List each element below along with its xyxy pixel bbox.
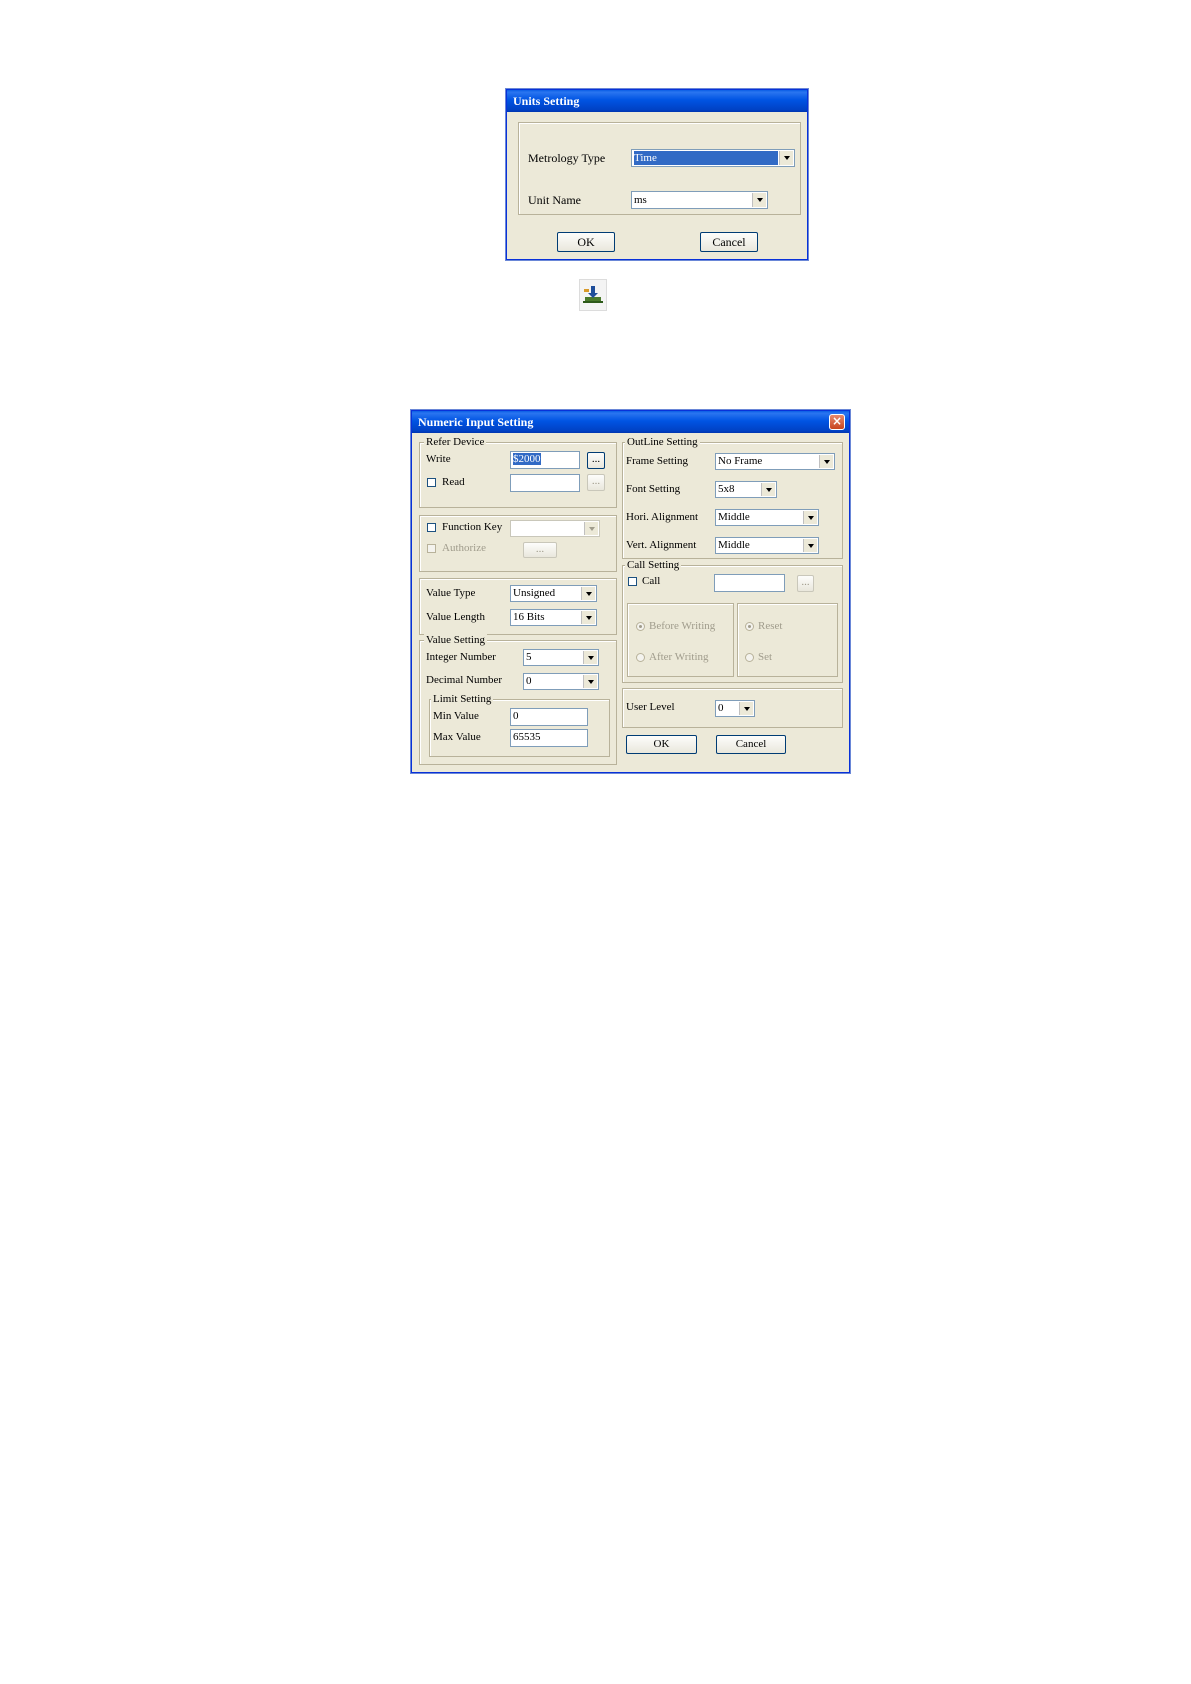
hori-alignment-value: Middle [718,511,750,523]
chevron-down-icon[interactable] [581,611,595,624]
min-value-label: Min Value [433,710,479,722]
call-timing-group [627,603,734,677]
write-browse-button[interactable]: ... [587,452,605,469]
read-device-input[interactable] [510,474,580,492]
chevron-down-icon[interactable] [803,539,817,552]
numeric-dialog-title: Numeric Input Setting [412,411,849,433]
authorize-label: Authorize [442,542,486,554]
read-label: Read [442,476,465,488]
before-writing-label: Before Writing [649,620,716,632]
font-setting-value: 5x8 [718,483,735,495]
chevron-down-icon[interactable] [739,702,753,715]
refer-device-group-label: Refer Device [424,436,487,448]
numeric-input-dialog: Numeric Input Setting × Refer Device Wri… [411,410,850,773]
set-radio[interactable] [745,653,754,662]
value-length-select[interactable]: 16 Bits [510,609,597,626]
call-action-group [737,603,838,677]
vert-alignment-label: Vert. Alignment [626,539,697,551]
integer-number-value: 5 [526,651,532,663]
integer-number-label: Integer Number [426,651,496,663]
frame-setting-label: Frame Setting [626,455,689,467]
unit-name-value: ms [634,194,647,206]
authorize-button[interactable]: ... [523,542,557,558]
frame-setting-select[interactable]: No Frame [715,453,835,470]
numeric-cancel-button[interactable]: Cancel [716,735,786,754]
chevron-down-icon[interactable] [583,651,597,664]
authorize-checkbox[interactable] [427,544,436,553]
chevron-down-icon[interactable] [803,511,817,524]
integer-number-select[interactable]: 5 [523,649,599,666]
units-dialog-title: Units Setting [507,90,807,112]
decimal-number-value: 0 [526,675,532,687]
chevron-down-icon[interactable] [584,522,598,535]
call-label: Call [642,575,661,587]
function-key-checkbox[interactable] [427,523,436,532]
call-checkbox[interactable] [628,577,637,586]
value-type-label: Value Type [426,587,476,599]
reset-label: Reset [758,620,783,632]
after-writing-radio[interactable] [636,653,645,662]
close-icon[interactable]: × [829,414,845,430]
function-key-label: Function Key [442,521,503,533]
frame-setting-value: No Frame [718,455,763,467]
unit-name-select[interactable]: ms [631,191,768,209]
vert-alignment-value: Middle [718,539,750,551]
units-setting-dialog: Units Setting Metrology Type Time Unit N… [506,89,808,260]
chevron-down-icon[interactable] [583,675,597,688]
decimal-number-label: Decimal Number [426,674,503,686]
value-length-label: Value Length [426,611,485,623]
chevron-down-icon[interactable] [819,455,833,468]
write-label: Write [426,453,451,465]
read-browse-button[interactable]: ... [587,474,605,491]
hori-alignment-select[interactable]: Middle [715,509,819,526]
vert-alignment-select[interactable]: Middle [715,537,819,554]
limit-setting-group-label: Limit Setting [431,693,494,705]
value-setting-group-label: Value Setting [424,634,487,646]
metrology-type-select[interactable]: Time [631,149,795,167]
metrology-type-value: Time [634,151,778,165]
max-value-input[interactable]: 65535 [510,729,588,747]
call-setting-group-label: Call Setting [625,559,682,571]
set-label: Set [758,651,773,663]
units-dialog-body: Metrology Type Time Unit Name ms OK Canc… [510,112,804,256]
user-level-select[interactable]: 0 [715,700,755,717]
decimal-number-select[interactable]: 0 [523,673,599,690]
font-setting-select[interactable]: 5x8 [715,481,777,498]
value-type-select[interactable]: Unsigned [510,585,597,602]
after-writing-label: After Writing [649,651,709,663]
units-ok-button[interactable]: OK [557,232,615,252]
font-setting-label: Font Setting [626,483,681,495]
min-value-input[interactable]: 0 [510,708,588,726]
hori-alignment-label: Hori. Alignment [626,511,699,523]
call-browse-button[interactable]: ... [797,575,814,592]
numeric-input-icon[interactable] [579,279,607,311]
user-level-value: 0 [718,702,724,714]
numeric-ok-button[interactable]: OK [626,735,697,754]
read-checkbox[interactable] [427,478,436,487]
unit-name-label: Unit Name [528,193,581,207]
user-level-label: User Level [626,701,675,713]
numeric-input-icon-graphic [583,286,603,303]
chevron-down-icon[interactable] [761,483,775,496]
value-length-value: 16 Bits [513,611,545,623]
value-type-value: Unsigned [513,587,556,599]
write-device-input[interactable]: $2000 [510,451,580,469]
chevron-down-icon[interactable] [752,193,766,207]
metrology-type-label: Metrology Type [528,151,606,165]
reset-radio[interactable] [745,622,754,631]
chevron-down-icon[interactable] [581,587,595,600]
numeric-dialog-body: Refer Device Write $2000 ... Read ... Fu… [415,433,846,769]
function-key-select[interactable] [510,520,600,537]
outline-setting-group-label: OutLine Setting [625,436,700,448]
max-value-label: Max Value [433,731,481,743]
before-writing-radio[interactable] [636,622,645,631]
call-device-input[interactable] [714,574,785,592]
units-cancel-button[interactable]: Cancel [700,232,758,252]
chevron-down-icon[interactable] [779,151,793,165]
